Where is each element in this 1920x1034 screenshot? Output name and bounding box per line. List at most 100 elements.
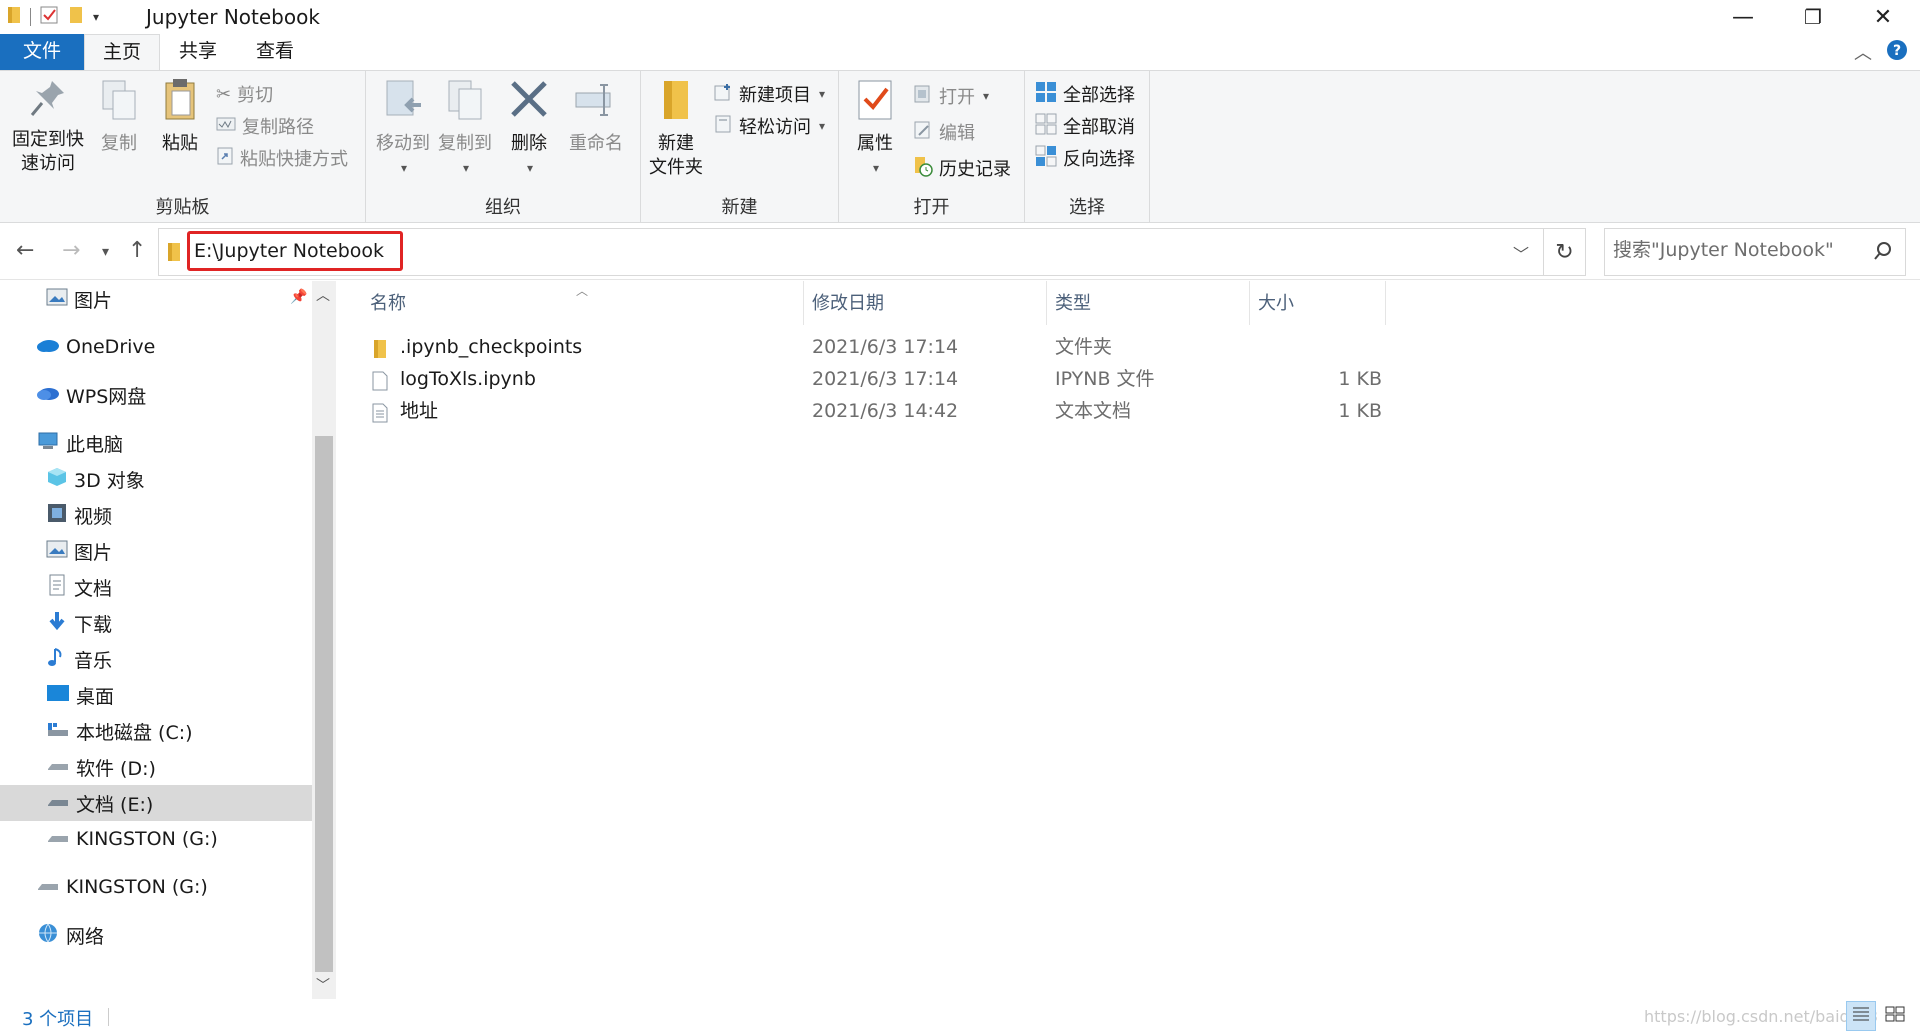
pin-quick-access-button[interactable]: 固定到快 速访问 bbox=[8, 77, 88, 176]
nav-drive-c[interactable]: 本地磁盘 (C:) bbox=[46, 713, 193, 749]
history-button[interactable]: 历史记录 bbox=[913, 155, 1011, 181]
scrollbar-thumb[interactable] bbox=[315, 436, 333, 972]
recent-locations-chevron-icon[interactable]: ▾ bbox=[102, 244, 109, 260]
toolbar-separator bbox=[30, 8, 31, 26]
forward-arrow-icon[interactable]: → bbox=[62, 238, 80, 263]
new-item-button[interactable]: 新建项目 ▾ bbox=[713, 81, 825, 107]
invert-selection-button[interactable]: 反向选择 bbox=[1035, 145, 1135, 171]
usb-drive-icon bbox=[36, 875, 60, 900]
properties-button[interactable]: 属性 ▾ bbox=[843, 77, 907, 180]
scroll-up-icon[interactable]: ︿ bbox=[316, 285, 330, 305]
large-icons-view-button[interactable] bbox=[1880, 1001, 1910, 1031]
text-file-icon bbox=[372, 401, 388, 423]
nav-network[interactable]: 网络 bbox=[36, 917, 104, 953]
file-date: 2021/6/3 17:14 bbox=[812, 336, 959, 358]
minimize-button[interactable]: — bbox=[1708, 0, 1778, 34]
paste-icon bbox=[160, 77, 200, 132]
address-bar[interactable]: E:\Jupyter Notebook ﹀ bbox=[158, 228, 1544, 276]
delete-button[interactable]: 删除 ▾ bbox=[502, 77, 556, 180]
refresh-button[interactable]: ↻ bbox=[1544, 228, 1586, 276]
nav-drive-e[interactable]: 文档 (E:) bbox=[0, 785, 312, 821]
nav-item-label: KINGSTON (G:) bbox=[66, 876, 208, 898]
details-view-button[interactable] bbox=[1846, 1001, 1876, 1031]
move-to-button[interactable]: 移动到 ▾ bbox=[372, 77, 434, 180]
group-clipboard: 固定到快 速访问 复制 粘贴 ✂ 剪切 复制路径 粘贴快捷方式 剪贴板 bbox=[0, 71, 366, 223]
cut-button[interactable]: ✂ 剪切 bbox=[216, 81, 273, 107]
nav-this-pc[interactable]: 此电脑 bbox=[36, 425, 123, 461]
search-box[interactable] bbox=[1604, 228, 1906, 276]
tab-view[interactable]: 查看 bbox=[236, 34, 314, 70]
rename-button[interactable]: 重命名 bbox=[560, 77, 632, 156]
chevron-down-icon[interactable]: ﹀ bbox=[1513, 241, 1529, 265]
properties-icon[interactable] bbox=[39, 5, 59, 30]
file-row[interactable]: 地址 2021/6/3 14:42 文本文档 1 KB bbox=[336, 395, 1456, 427]
select-all-icon bbox=[1035, 81, 1057, 108]
new-folder-icon[interactable] bbox=[67, 5, 85, 30]
nav-wps-drive[interactable]: WPS网盘 bbox=[36, 377, 146, 413]
nav-drive-g-root[interactable]: KINGSTON (G:) bbox=[36, 869, 208, 905]
chevron-down-icon: ▾ bbox=[983, 89, 990, 103]
new-folder-button[interactable]: 新建 文件夹 bbox=[645, 77, 707, 180]
chevron-up-icon[interactable]: ︿ bbox=[1854, 39, 1872, 65]
cloud-icon bbox=[36, 384, 60, 406]
nav-drive-g[interactable]: KINGSTON (G:) bbox=[46, 821, 218, 857]
copy-path-icon bbox=[216, 116, 236, 137]
select-none-button[interactable]: 全部取消 bbox=[1035, 113, 1135, 139]
ribbon-right-controls: ︿ ? bbox=[1854, 34, 1908, 70]
chevron-down-icon: ▾ bbox=[819, 119, 826, 133]
nav-desktop[interactable]: 桌面 bbox=[46, 677, 114, 713]
nav-scrollbar[interactable]: ︿ ﹀ bbox=[312, 281, 336, 999]
scroll-down-icon[interactable]: ﹀ bbox=[316, 975, 330, 995]
nav-videos[interactable]: 视频 bbox=[46, 497, 112, 533]
file-date: 2021/6/3 14:42 bbox=[812, 400, 959, 422]
chevron-down-icon: ▾ bbox=[462, 161, 470, 175]
file-row[interactable]: .ipynb_checkpoints 2021/6/3 17:14 文件夹 bbox=[336, 331, 1456, 363]
nav-onedrive[interactable]: OneDrive bbox=[36, 329, 155, 365]
paste-button[interactable]: 粘贴 bbox=[152, 77, 208, 156]
open-group-label: 打开 bbox=[913, 197, 950, 218]
back-arrow-icon[interactable]: ← bbox=[16, 238, 34, 263]
easy-access-button[interactable]: 轻松访问 ▾ bbox=[713, 113, 825, 139]
tab-home[interactable]: 主页 bbox=[84, 34, 160, 70]
select-all-button[interactable]: 全部选择 bbox=[1035, 81, 1135, 107]
column-header-size[interactable]: 大小 bbox=[1250, 281, 1386, 325]
search-icon[interactable] bbox=[1873, 241, 1893, 266]
watermark: https://blog.csdn.net/baidu_3 bbox=[1644, 1007, 1879, 1026]
chevron-down-icon[interactable]: ▾ bbox=[93, 10, 99, 24]
open-button[interactable]: 打开 ▾ bbox=[913, 83, 989, 109]
new-folder-label-line2: 文件夹 bbox=[649, 157, 703, 178]
nav-music[interactable]: 音乐 bbox=[46, 641, 112, 677]
nav-pictures-quick[interactable]: 图片 bbox=[46, 281, 112, 317]
folder-icon bbox=[372, 337, 388, 358]
cloud-icon bbox=[36, 336, 60, 358]
copy-button[interactable]: 复制 bbox=[92, 77, 146, 156]
network-icon bbox=[36, 922, 60, 949]
file-row[interactable]: logToXls.ipynb 2021/6/3 17:14 IPYNB 文件 1… bbox=[336, 363, 1456, 395]
nav-pictures[interactable]: 图片 bbox=[46, 533, 112, 569]
nav-documents[interactable]: 文档 bbox=[46, 569, 112, 605]
nav-drive-d[interactable]: 软件 (D:) bbox=[46, 749, 156, 785]
file-icon bbox=[372, 369, 388, 391]
tab-file[interactable]: 文件 bbox=[0, 34, 84, 70]
column-header-name[interactable]: 名称 bbox=[336, 281, 804, 325]
tab-share[interactable]: 共享 bbox=[160, 34, 236, 70]
nav-3d-objects[interactable]: 3D 对象 bbox=[46, 461, 145, 497]
copy-to-button[interactable]: 复制到 ▾ bbox=[434, 77, 496, 180]
column-header-type[interactable]: 类型 bbox=[1047, 281, 1250, 325]
edit-label: 编辑 bbox=[939, 123, 975, 144]
search-input[interactable] bbox=[1613, 239, 1863, 261]
close-button[interactable]: ✕ bbox=[1848, 0, 1918, 34]
column-header-date[interactable]: 修改日期 bbox=[804, 281, 1047, 325]
invert-selection-label: 反向选择 bbox=[1063, 149, 1135, 170]
up-arrow-icon[interactable]: ↑ bbox=[128, 238, 146, 263]
address-path[interactable]: E:\Jupyter Notebook bbox=[187, 231, 403, 271]
select-none-label: 全部取消 bbox=[1063, 117, 1135, 138]
group-open: 属性 ▾ 打开 ▾ 编辑 历史记录 打开 bbox=[839, 71, 1025, 223]
restore-button[interactable]: ❐ bbox=[1778, 0, 1848, 34]
document-icon bbox=[46, 574, 68, 601]
edit-button[interactable]: 编辑 bbox=[913, 119, 975, 145]
copy-path-button[interactable]: 复制路径 bbox=[216, 113, 314, 139]
paste-shortcut-button[interactable]: 粘贴快捷方式 bbox=[216, 145, 348, 171]
nav-downloads[interactable]: 下载 bbox=[46, 605, 112, 641]
help-icon[interactable]: ? bbox=[1886, 39, 1908, 66]
